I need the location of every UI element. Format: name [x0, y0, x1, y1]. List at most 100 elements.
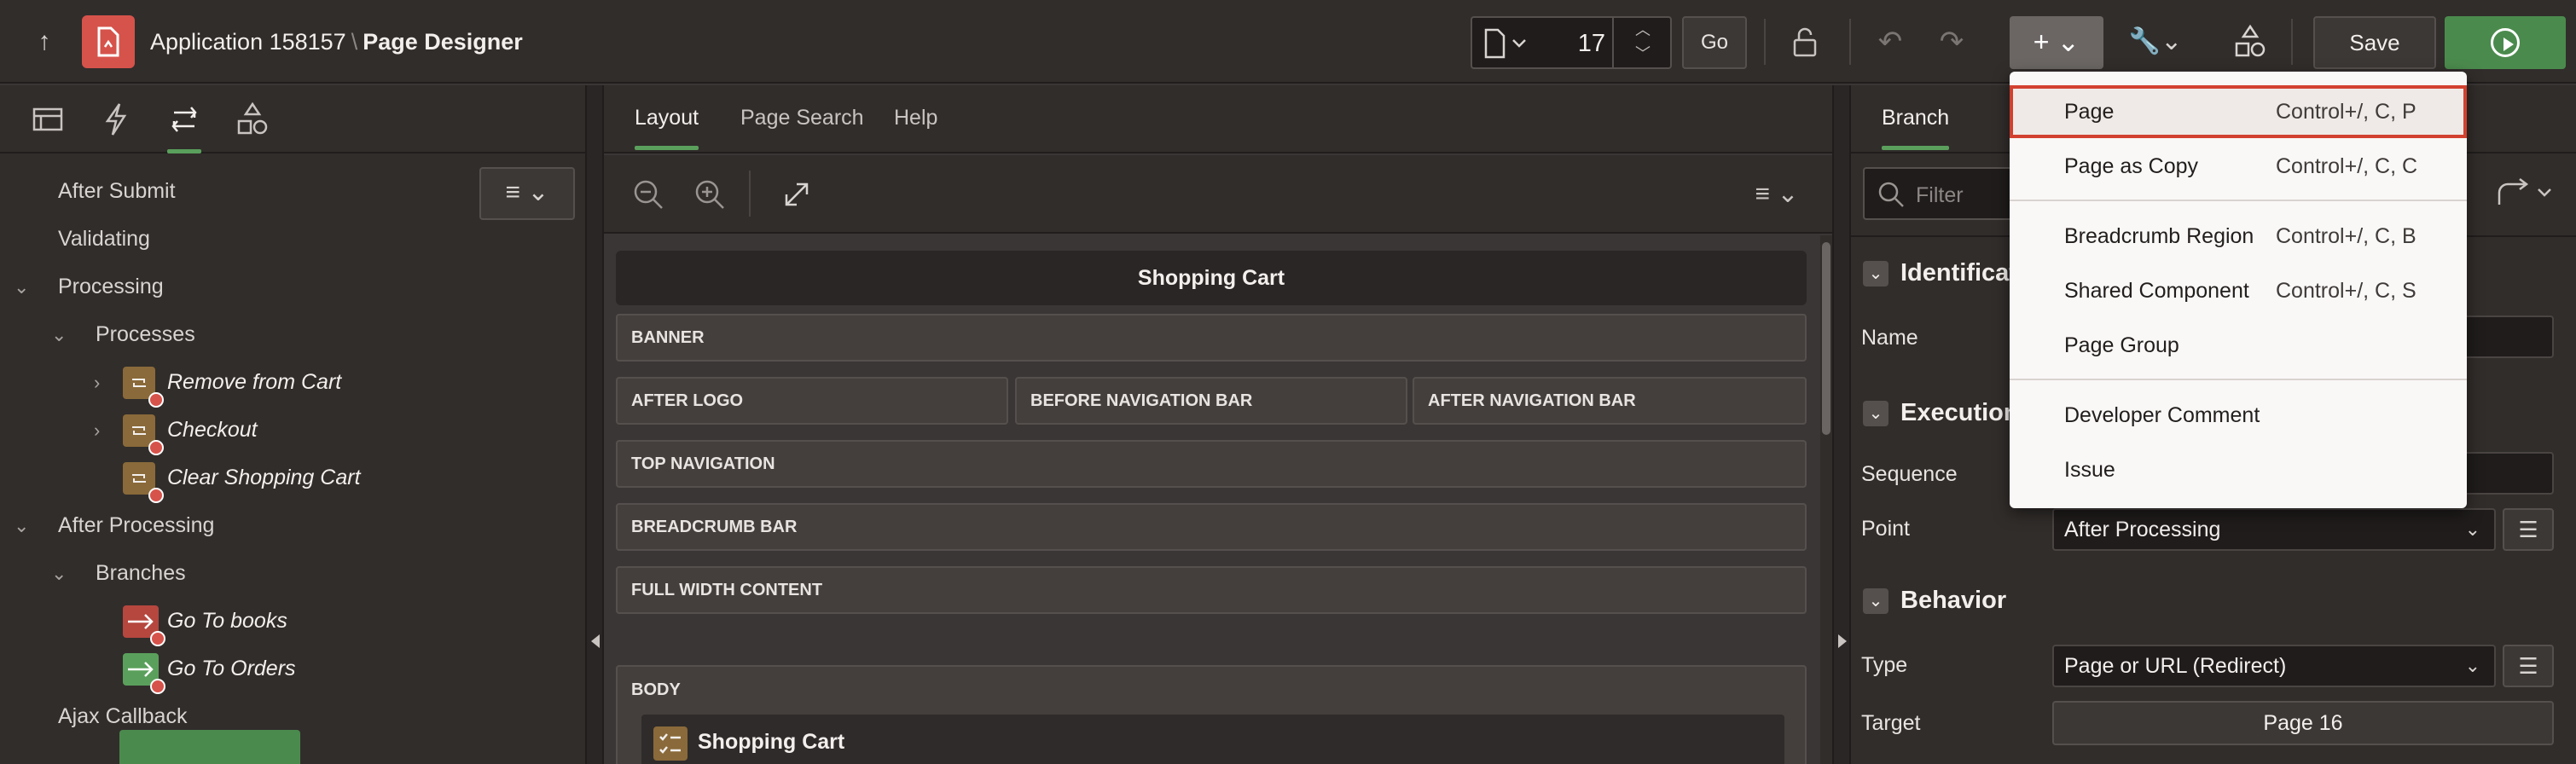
chevron-down-icon[interactable]: ⌄ [14, 263, 38, 311]
right-splitter[interactable] [1832, 85, 1851, 764]
menu-item-page[interactable]: Page Control+/, C, P [2010, 85, 2467, 138]
tree-node-process[interactable]: Clear Shopping Cart [94, 454, 367, 503]
shopping-cart-region[interactable]: Shopping Cart [641, 715, 1784, 764]
region-breadcrumb-bar[interactable]: BREADCRUMB BAR [616, 503, 1807, 551]
tree-menu-button[interactable]: ≡ ⌄ [479, 167, 575, 220]
region-before-nav-bar[interactable]: BEFORE NAVIGATION BAR [1015, 377, 1407, 425]
region-after-nav-bar[interactable]: AFTER NAVIGATION BAR [1413, 377, 1807, 425]
prop-sequence-label: Sequence [1861, 462, 1958, 486]
center-pane: Layout Page Search Help ≡ ⌄ Shopping Car… [604, 85, 1832, 764]
prop-name-label: Name [1861, 326, 1918, 350]
go-to-group-icon[interactable] [2492, 174, 2561, 211]
page-number-stepper[interactable]: ︿ ﹀ [1612, 18, 1672, 67]
menu-separator [2010, 200, 2467, 201]
region-after-logo[interactable]: AFTER LOGO [616, 377, 1008, 425]
tree-node[interactable]: Validating [34, 215, 150, 263]
tab-branch[interactable]: Branch [1882, 106, 1950, 150]
rendering-tab-icon[interactable] [29, 101, 67, 138]
layout-menu-button[interactable]: ≡ ⌄ [1738, 176, 1815, 213]
chevron-right-icon[interactable]: › [94, 407, 118, 454]
shopping-cart-region-title: Shopping Cart [698, 730, 845, 754]
menu-item-breadcrumb-region[interactable]: Breadcrumb Region Control+/, C, B [2010, 210, 2467, 263]
region-top-navigation[interactable]: TOP NAVIGATION [616, 440, 1807, 488]
scrollbar-thumb[interactable] [1822, 242, 1830, 435]
tree-node[interactable]: ⌄ Processes [51, 310, 195, 358]
tree-node-branch[interactable]: Go To books [94, 597, 350, 646]
app-name-link[interactable]: Application 158157 [150, 29, 346, 55]
chevron-right-icon[interactable]: › [94, 359, 118, 407]
chevron-down-icon[interactable]: ⌄ [14, 502, 38, 550]
target-link-button[interactable]: Page 16 [2052, 701, 2554, 745]
zoom-out-icon[interactable] [629, 176, 667, 213]
layout-canvas: Shopping Cart BANNER AFTER LOGO BEFORE N… [604, 235, 1832, 764]
list-picker-button[interactable]: ☰ [2503, 645, 2554, 687]
tree-node[interactable]: ⌄ Processing [14, 263, 164, 310]
search-icon [1877, 180, 1906, 209]
menu-item-page-group[interactable]: Page Group [2010, 319, 2467, 372]
page-number-selector[interactable]: 17 ︿ ﹀ [1471, 16, 1672, 69]
lock-icon[interactable] [1786, 23, 1824, 61]
up-arrow-icon[interactable]: ↑ [29, 26, 60, 57]
create-menu-button[interactable]: + ⌄ [2010, 16, 2103, 69]
undo-icon[interactable]: ↶ [1871, 23, 1909, 61]
app-icon[interactable] [82, 15, 135, 68]
menu-item-page-as-copy[interactable]: Page as Copy Control+/, C, C [2010, 140, 2467, 193]
go-button[interactable]: Go [1682, 16, 1747, 69]
branch-arrow-icon [123, 653, 165, 694]
process-icon [123, 414, 164, 455]
section-title: Identificat [1900, 259, 2017, 286]
tree-node[interactable]: ⌄ Branches [51, 549, 186, 597]
redo-icon[interactable]: ↷ [1933, 23, 1970, 61]
tree-node-process[interactable]: › Remove from Cart [94, 358, 350, 408]
left-pane: ≡ ⌄ After Submit Validating ⌄ Processing … [0, 85, 585, 764]
utilities-menu-button[interactable]: 🔧⌄ [2115, 16, 2196, 69]
menu-item-shared-component[interactable]: Shared Component Control+/, C, S [2010, 264, 2467, 317]
left-splitter[interactable] [585, 85, 604, 764]
collapse-chevron-icon[interactable]: ⌄ [1863, 401, 1888, 426]
tree-node[interactable]: After Submit [34, 167, 176, 215]
section-behavior[interactable]: ⌄ Behavior [1863, 573, 2571, 629]
tab-layout[interactable]: Layout [635, 106, 699, 150]
section-title: Behavior [1900, 587, 2007, 614]
list-picker-button[interactable]: ☰ [2503, 508, 2554, 551]
tab-help[interactable]: Help [894, 106, 937, 130]
chevron-down-icon[interactable]: ⌄ [51, 550, 75, 598]
tree-node-process[interactable]: › Checkout [94, 406, 350, 455]
page-name-header[interactable]: Shopping Cart [616, 251, 1807, 305]
collapse-chevron-icon[interactable]: ⌄ [1863, 261, 1888, 286]
menu-item-developer-comment[interactable]: Developer Comment [2010, 389, 2467, 442]
dynamic-actions-tab-icon[interactable] [97, 101, 135, 138]
collapse-right-icon[interactable] [1838, 634, 1847, 648]
tree-node-branch[interactable]: Go To Orders [94, 645, 350, 694]
tree-node[interactable]: ⌄ After Processing [14, 501, 214, 549]
layout-toolbar: ≡ ⌄ [604, 155, 1832, 234]
region-full-width-content[interactable]: FULL WIDTH CONTENT [616, 566, 1807, 614]
zoom-in-icon[interactable] [691, 176, 728, 213]
page-number-input[interactable]: 17 [1540, 30, 1605, 58]
processing-tab-icon[interactable] [165, 101, 203, 153]
tree-node[interactable]: Ajax Callback [34, 692, 187, 740]
menu-item-issue[interactable]: Issue [2010, 443, 2467, 496]
process-icon [123, 462, 164, 503]
toolbar-divider [2291, 19, 2293, 65]
save-button[interactable]: Save [2313, 16, 2436, 69]
center-tabs: Layout Page Search Help [604, 85, 1832, 153]
region-body[interactable]: BODY Shopping Cart [616, 665, 1807, 764]
point-select[interactable]: After Processing ⌄ [2052, 508, 2496, 551]
left-pane-tabs [0, 85, 585, 153]
shared-components-icon[interactable] [2231, 23, 2269, 61]
region-banner[interactable]: BANNER [616, 314, 1807, 362]
breadcrumb-separator: \ [351, 29, 358, 55]
expand-icon[interactable] [778, 176, 815, 213]
run-page-button[interactable] [2445, 16, 2566, 69]
type-select[interactable]: Page or URL (Redirect) ⌄ [2052, 645, 2496, 687]
run-icon [2491, 28, 2520, 57]
collapse-chevron-icon[interactable]: ⌄ [1863, 588, 1888, 614]
shared-components-tab-icon[interactable] [234, 101, 271, 138]
chevron-down-icon: ⌄ [2464, 518, 2480, 540]
chevron-down-icon[interactable]: ⌄ [51, 311, 75, 359]
page-doc-icon[interactable] [1482, 28, 1535, 59]
canvas-scrollbar[interactable] [1820, 235, 1832, 764]
tab-page-search[interactable]: Page Search [740, 106, 864, 130]
collapse-left-icon[interactable] [591, 634, 600, 648]
